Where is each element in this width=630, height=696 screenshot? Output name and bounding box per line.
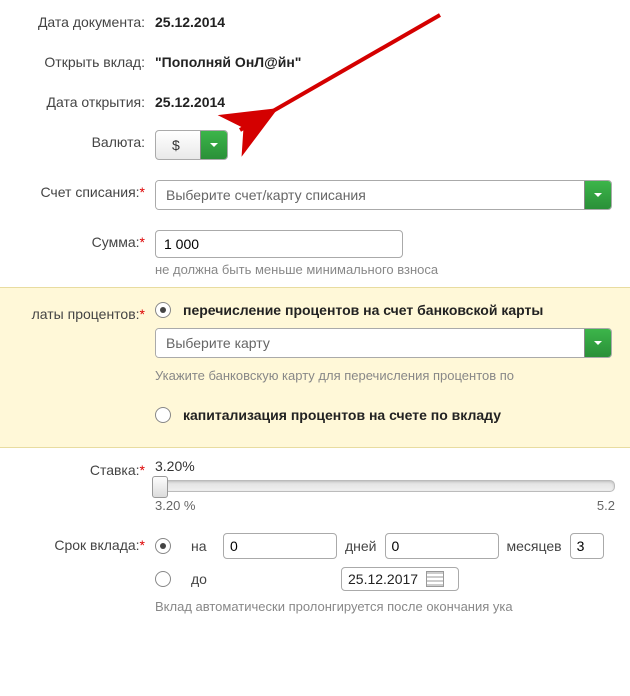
label-doc-date: Дата документа: — [0, 10, 155, 30]
slider-thumb[interactable] — [152, 476, 168, 498]
card-select[interactable]: Выберите карту — [155, 328, 612, 358]
label-amount: Сумма:* — [0, 230, 155, 250]
chevron-down-icon — [584, 181, 611, 209]
row-rate: Ставка:* 3.20% 3.20 % 5.2 — [0, 448, 630, 523]
row-debit-account: Счет списания:* Выберите счет/карту спис… — [0, 170, 630, 220]
value-open-date: 25.12.2014 — [155, 90, 630, 110]
label-debit-account: Счет списания:* — [0, 180, 155, 200]
row-amount: Сумма:* не должна быть меньше минимально… — [0, 220, 630, 287]
term-option-for[interactable]: на дней месяцев — [155, 533, 630, 559]
row-currency: Валюта: $ — [0, 120, 630, 170]
radio-icon — [155, 538, 171, 554]
value-deposit-name: "Пополняй ОнЛ@йн" — [155, 50, 630, 70]
term-months-input[interactable] — [385, 533, 499, 559]
rate-max: 5.2 — [597, 498, 615, 513]
row-term: Срок вклада:* на дней месяцев до 25.12.2… — [0, 523, 630, 624]
row-open-date: Дата открытия: 25.12.2014 — [0, 80, 630, 120]
label-currency: Валюта: — [0, 130, 155, 150]
card-hint: Укажите банковскую карту для перечислени… — [155, 368, 630, 383]
term-option-until[interactable]: до 25.12.2017 — [155, 567, 630, 591]
amount-input[interactable] — [155, 230, 403, 258]
row-open-deposit: Открыть вклад: "Пополняй ОнЛ@йн" — [0, 40, 630, 80]
label-rate: Ставка:* — [0, 458, 155, 478]
radio-icon — [155, 571, 171, 587]
term-days-input[interactable] — [223, 533, 337, 559]
interest-option-capitalize[interactable]: капитализация процентов на счете по вкла… — [155, 407, 630, 423]
interest-section: латы процентов:* перечисление процентов … — [0, 287, 630, 448]
radio-icon — [155, 302, 171, 318]
chevron-down-icon — [584, 329, 611, 357]
term-hint: Вклад автоматически пролонгируется после… — [155, 599, 630, 614]
debit-account-placeholder: Выберите счет/карту списания — [156, 181, 584, 209]
interest-option-transfer[interactable]: перечисление процентов на счет банковско… — [155, 302, 630, 318]
chevron-down-icon — [200, 131, 227, 159]
value-doc-date: 25.12.2014 — [155, 10, 630, 30]
rate-slider[interactable]: 3.20 % 5.2 — [155, 480, 615, 513]
label-open-date: Дата открытия: — [0, 90, 155, 110]
term-years-input[interactable] — [570, 533, 604, 559]
rate-value: 3.20% — [155, 458, 630, 474]
label-term: Срок вклада:* — [0, 533, 155, 553]
card-placeholder: Выберите карту — [156, 329, 584, 357]
radio-icon — [155, 407, 171, 423]
term-until-date-field[interactable]: 25.12.2017 — [341, 567, 459, 591]
row-doc-date: Дата документа: 25.12.2014 — [0, 0, 630, 40]
debit-account-select[interactable]: Выберите счет/карту списания — [155, 180, 612, 210]
rate-min: 3.20 % — [155, 498, 195, 513]
currency-select[interactable]: $ — [155, 130, 228, 160]
currency-value: $ — [156, 131, 200, 159]
label-interest: латы процентов:* — [0, 302, 155, 322]
amount-hint: не должна быть меньше минимального взнос… — [155, 262, 630, 277]
calendar-icon — [426, 571, 444, 587]
label-open-deposit: Открыть вклад: — [0, 50, 155, 70]
